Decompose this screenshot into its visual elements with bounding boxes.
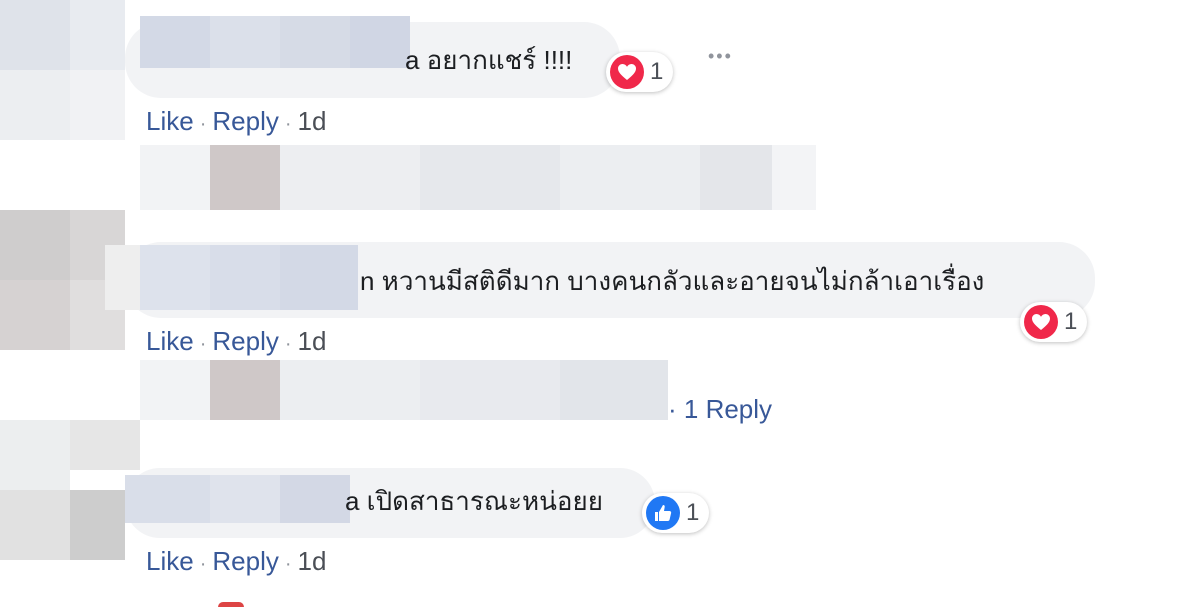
like-button-3[interactable]: Like (146, 546, 194, 576)
timestamp-1[interactable]: 1d (298, 106, 327, 136)
view-replies-link[interactable]: · 1 Reply (668, 394, 772, 425)
comment-actions-3: Like · Reply · 1d (146, 546, 326, 579)
like-button-1[interactable]: Like (146, 106, 194, 136)
reaction-summary-2[interactable]: 1 (1020, 302, 1088, 342)
separator: · (199, 113, 207, 135)
reply-button-2[interactable]: Reply (212, 326, 278, 356)
reaction-count-2: 1 (1064, 308, 1078, 335)
separator: · (284, 113, 292, 135)
separator: · (284, 333, 292, 355)
next-comment-avatar-partial (218, 602, 244, 607)
separator: · (199, 333, 207, 355)
more-options-icon[interactable]: ••• (708, 46, 733, 67)
separator: · (199, 553, 207, 575)
heart-icon (610, 55, 644, 89)
separator: · (284, 553, 292, 575)
comment-text-3: a เปิดสาธารณะหน่อยย (345, 486, 603, 516)
comment-text-2: n หวานมีสติดีมาก บางคนกลัวและอายจนไม่กล้… (360, 266, 985, 296)
comment-actions-2: Like · Reply · 1d (146, 326, 326, 359)
reaction-summary-3[interactable]: 1 (642, 493, 710, 533)
like-button-2[interactable]: Like (146, 326, 194, 356)
reply-button-3[interactable]: Reply (212, 546, 278, 576)
comment-text-1: a อยากแชร์ !!!! (405, 45, 573, 75)
timestamp-2[interactable]: 1d (298, 326, 327, 356)
reaction-summary-1[interactable]: 1 (606, 52, 674, 92)
timestamp-3[interactable]: 1d (298, 546, 327, 576)
comment-thread: { "comments": [ { "text": "a อยากแชร์ !!… (0, 0, 1200, 607)
reaction-count-3: 1 (686, 499, 700, 526)
thumbs-up-icon (646, 496, 680, 530)
heart-icon (1024, 305, 1058, 339)
reply-button-1[interactable]: Reply (212, 106, 278, 136)
reaction-count-1: 1 (650, 58, 664, 85)
comment-actions-1: Like · Reply · 1d (146, 106, 326, 139)
